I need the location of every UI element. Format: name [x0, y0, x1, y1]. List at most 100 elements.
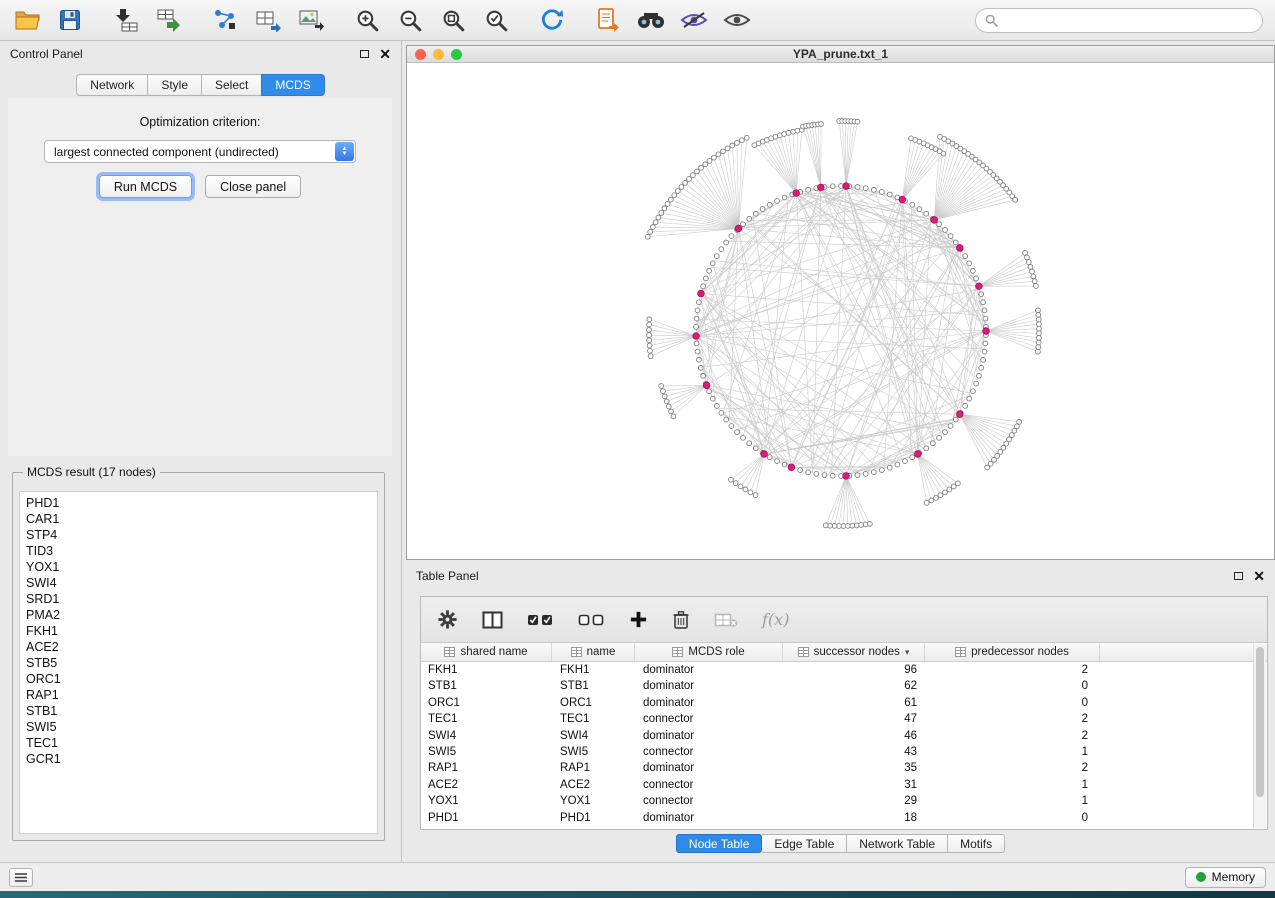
- float-panel-icon[interactable]: [360, 50, 369, 58]
- table-cell: TEC1: [552, 711, 635, 727]
- search-input[interactable]: [1004, 13, 1253, 27]
- table-row[interactable]: ORC1ORC1dominator610: [421, 695, 1253, 711]
- column-header-predecessor-nodes[interactable]: predecessor nodes: [925, 643, 1100, 661]
- tab-network[interactable]: Network: [76, 74, 147, 96]
- export-image-button[interactable]: [296, 5, 326, 35]
- table-cell: dominator: [635, 678, 783, 694]
- mcds-list-item[interactable]: SWI4: [26, 575, 377, 591]
- table-cell: 0: [925, 695, 1100, 711]
- float-table-panel-icon[interactable]: [1234, 572, 1243, 580]
- control-panel-tabs: Network Style Select MCDS: [0, 74, 401, 96]
- table-row[interactable]: YOX1YOX1connector291: [421, 793, 1253, 809]
- column-header-mcds-role[interactable]: MCDS role: [635, 643, 783, 661]
- find-button[interactable]: [636, 5, 666, 35]
- tab-mcds[interactable]: MCDS: [261, 74, 324, 96]
- table-row[interactable]: SWI5SWI5connector431: [421, 744, 1253, 760]
- minimize-window-button[interactable]: [433, 49, 444, 60]
- tab-style[interactable]: Style: [147, 74, 201, 96]
- mcds-list-item[interactable]: TID3: [26, 543, 377, 559]
- column-header-successor-nodes[interactable]: successor nodes ▾: [783, 643, 925, 661]
- mcds-list-item[interactable]: YOX1: [26, 559, 377, 575]
- zoom-fit-icon: [441, 8, 466, 33]
- tab-select[interactable]: Select: [201, 74, 261, 96]
- apply-function-button[interactable]: f(x): [762, 610, 789, 629]
- table-row[interactable]: ACE2ACE2connector311: [421, 777, 1253, 793]
- mcds-list-item[interactable]: ORC1: [26, 671, 377, 687]
- mcds-list-item[interactable]: SRD1: [26, 591, 377, 607]
- unselect-all-button[interactable]: [578, 612, 605, 628]
- table-row[interactable]: TEC1TEC1connector472: [421, 711, 1253, 727]
- export-network-button[interactable]: [253, 5, 283, 35]
- zoom-fit-button[interactable]: [438, 5, 468, 35]
- table-cell: RAP1: [421, 760, 552, 776]
- save-button[interactable]: [55, 5, 85, 35]
- clone-network-icon: [596, 7, 620, 33]
- maximize-window-button[interactable]: [451, 49, 462, 60]
- add-row-button[interactable]: [629, 610, 648, 629]
- column-header-name[interactable]: name: [552, 643, 635, 661]
- zoom-out-button[interactable]: [395, 5, 425, 35]
- tab-edge-table[interactable]: Edge Table: [762, 834, 847, 853]
- table-cell: PHD1: [421, 810, 552, 826]
- mcds-list-item[interactable]: ACE2: [26, 639, 377, 655]
- run-mcds-button[interactable]: Run MCDS: [99, 175, 192, 198]
- mcds-list-item[interactable]: PHD1: [26, 495, 377, 511]
- table-scrollbar[interactable]: [1253, 644, 1266, 828]
- hide-column-button[interactable]: [714, 612, 738, 628]
- table-row[interactable]: FKH1FKH1dominator962: [421, 662, 1253, 678]
- tab-node-table[interactable]: Node Table: [676, 834, 763, 853]
- close-window-button[interactable]: [415, 49, 426, 60]
- mcds-list-item[interactable]: STB1: [26, 703, 377, 719]
- mcds-list-item[interactable]: STP4: [26, 527, 377, 543]
- table-cell: SWI5: [552, 744, 635, 760]
- tab-motifs[interactable]: Motifs: [948, 834, 1005, 853]
- table-row[interactable]: STB1STB1dominator620: [421, 678, 1253, 694]
- table-cell: YOX1: [421, 793, 552, 809]
- plus-icon: [629, 610, 648, 629]
- mcds-list-item[interactable]: SWI5: [26, 719, 377, 735]
- table-settings-button[interactable]: [437, 609, 458, 630]
- scrollbar-thumb[interactable]: [1256, 647, 1264, 797]
- close-panel-button[interactable]: Close panel: [205, 175, 301, 198]
- filter-button[interactable]: [679, 5, 709, 35]
- mcds-list-item[interactable]: FKH1: [26, 623, 377, 639]
- show-columns-button[interactable]: [482, 611, 503, 629]
- select-all-button[interactable]: [527, 612, 554, 628]
- network-canvas[interactable]: [407, 63, 1274, 559]
- table-row[interactable]: PHD1PHD1dominator180: [421, 810, 1253, 826]
- table-panel: Table Panel ✕: [406, 563, 1275, 858]
- table-row[interactable]: RAP1RAP1dominator352: [421, 760, 1253, 776]
- close-panel-icon[interactable]: ✕: [379, 49, 391, 59]
- table-row[interactable]: SWI4SWI4dominator462: [421, 728, 1253, 744]
- mcds-list-item[interactable]: STB5: [26, 655, 377, 671]
- export-table-button[interactable]: [154, 5, 184, 35]
- column-header-shared-name[interactable]: shared name: [421, 643, 552, 661]
- import-network-button[interactable]: [210, 5, 240, 35]
- node-table-body: FKH1FKH1dominator962STB1STB1dominator620…: [421, 662, 1253, 829]
- optimization-criterion-dropdown[interactable]: largest connected component (undirected)…: [44, 140, 356, 163]
- mcds-list-item[interactable]: RAP1: [26, 687, 377, 703]
- mcds-list-item[interactable]: TEC1: [26, 735, 377, 751]
- zoom-selected-button[interactable]: [481, 5, 511, 35]
- column-icon: [571, 647, 582, 657]
- mcds-list-item[interactable]: CAR1: [26, 511, 377, 527]
- column-icon: [672, 647, 683, 657]
- clone-network-button[interactable]: [593, 5, 623, 35]
- tab-network-table[interactable]: Network Table: [847, 834, 948, 853]
- open-file-button[interactable]: [12, 5, 42, 35]
- close-table-panel-icon[interactable]: ✕: [1253, 571, 1265, 581]
- mcds-list-item[interactable]: PMA2: [26, 607, 377, 623]
- show-graphics-details-button[interactable]: [722, 5, 752, 35]
- memory-button[interactable]: Memory: [1185, 867, 1266, 888]
- table-cell: ORC1: [421, 695, 552, 711]
- mcds-list-item[interactable]: GCR1: [26, 751, 377, 767]
- search-box[interactable]: [975, 8, 1263, 33]
- task-history-button[interactable]: [9, 868, 33, 887]
- mcds-result-list[interactable]: PHD1CAR1STP4TID3YOX1SWI4SRD1PMA2FKH1ACE2…: [19, 491, 378, 834]
- network-graph[interactable]: [407, 63, 1274, 559]
- delete-row-button[interactable]: [672, 610, 690, 630]
- zoom-in-button[interactable]: [352, 5, 382, 35]
- import-table-button[interactable]: [111, 5, 141, 35]
- network-window-titlebar[interactable]: YPA_prune.txt_1: [407, 46, 1274, 63]
- refresh-button[interactable]: [537, 5, 567, 35]
